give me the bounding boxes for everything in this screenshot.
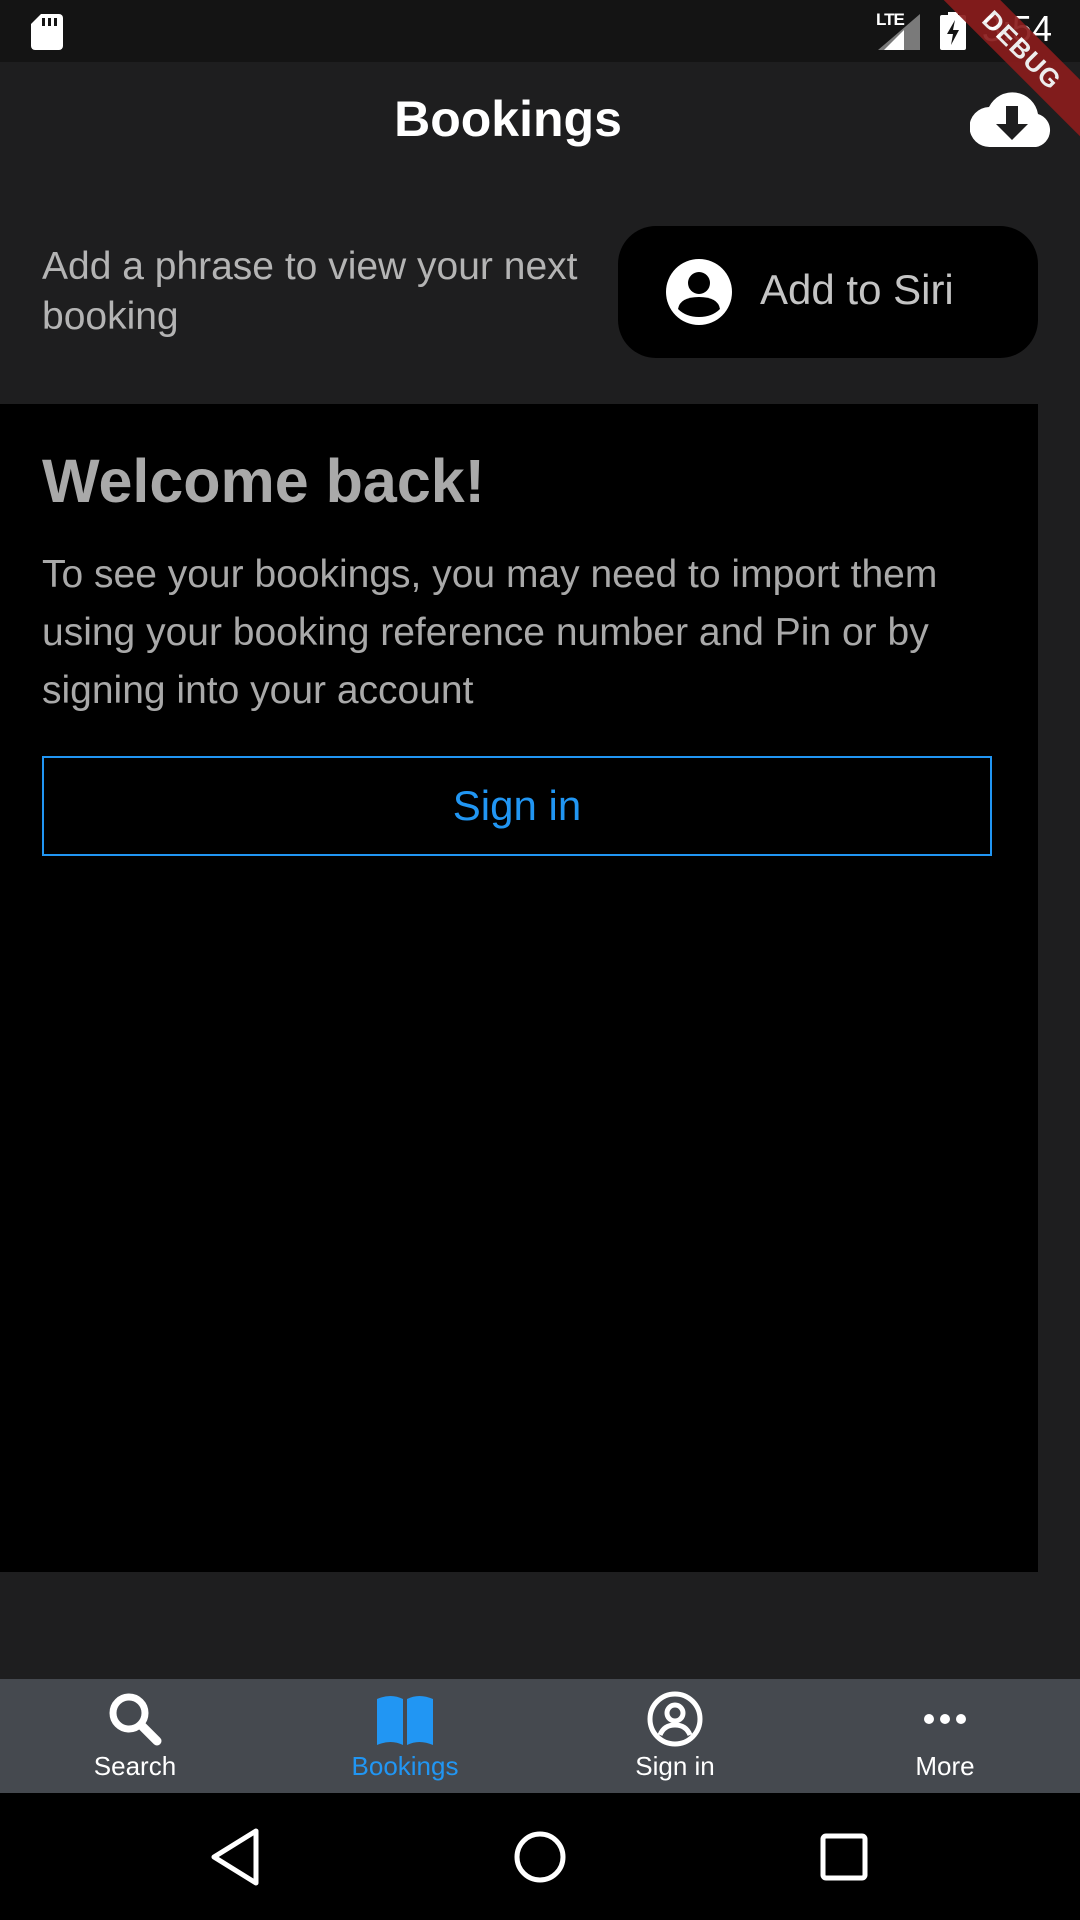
siri-phrase-prompt: Add a phrase to view your next booking (42, 245, 578, 338)
back-icon[interactable] (200, 1821, 272, 1893)
bottom-nav: Search Bookings Sign in More (0, 1679, 1080, 1793)
sign-in-button[interactable]: Sign in (42, 756, 992, 856)
nav-item-sign-in[interactable]: Sign in (540, 1679, 810, 1793)
book-icon (377, 1696, 433, 1745)
bookings-screen: LTE 3:54 DEBUG Bookings Add a phrase to … (0, 0, 1080, 1920)
account-circle-icon (666, 259, 732, 325)
add-to-siri-label: Add to Siri (760, 266, 954, 313)
nav-label-more: More (915, 1751, 975, 1781)
home-icon[interactable] (504, 1821, 576, 1893)
app-bar: Bookings (0, 62, 1080, 182)
add-to-siri-button[interactable]: Add to Siri (618, 226, 1038, 358)
nav-item-more[interactable]: More (810, 1679, 1080, 1793)
page-title: Bookings (394, 91, 622, 147)
nav-label-bookings: Bookings (351, 1751, 459, 1781)
more-horizontal-icon (924, 1714, 966, 1724)
nav-item-search[interactable]: Search (0, 1679, 270, 1793)
recents-icon[interactable] (808, 1821, 880, 1893)
system-navigation-bar (0, 1793, 1080, 1920)
signal-icon (878, 14, 920, 50)
welcome-card: Welcome back! To see your bookings, you … (0, 404, 1038, 1572)
nav-label-sign-in: Sign in (635, 1751, 715, 1781)
welcome-message: To see your bookings, you may need to im… (42, 553, 938, 712)
siri-section: Add a phrase to view your next booking A… (0, 182, 1080, 404)
status-bar: LTE 3:54 (0, 0, 1080, 62)
sd-card-icon (31, 14, 63, 50)
nav-label-search: Search (93, 1751, 177, 1781)
welcome-title: Welcome back! (42, 447, 485, 515)
nav-item-bookings[interactable]: Bookings (270, 1679, 540, 1793)
search-icon (109, 1693, 162, 1746)
account-circle-outline-icon (647, 1691, 703, 1747)
